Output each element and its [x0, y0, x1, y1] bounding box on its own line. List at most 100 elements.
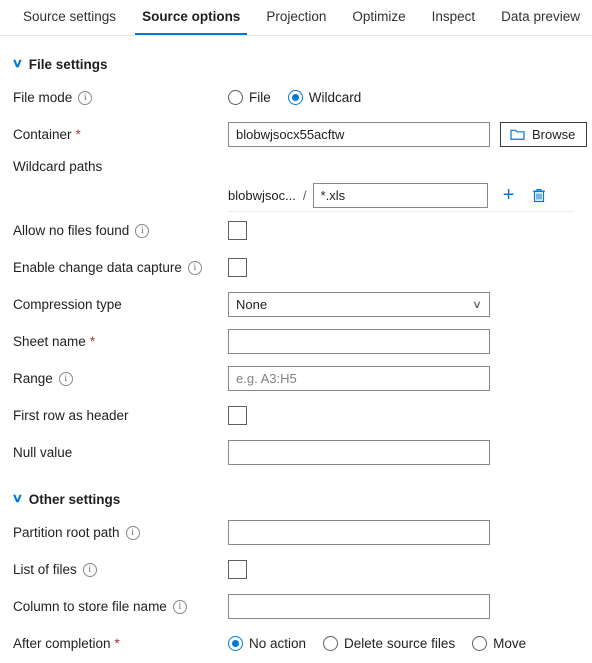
tab-label: Optimize: [352, 9, 406, 24]
label-after-completion: After completion *: [13, 636, 228, 651]
info-icon[interactable]: i: [172, 599, 187, 614]
info-icon[interactable]: i: [58, 371, 73, 386]
radio-indicator: [472, 636, 488, 651]
radio-option-delete-source-files[interactable]: Delete source files: [323, 636, 455, 651]
required-asterisk: *: [114, 636, 120, 651]
label-first-row-as-header: First row as header: [13, 408, 228, 423]
label-text: Column to store file name: [13, 599, 167, 614]
control-enable-change-data-capture: [228, 258, 592, 277]
control-sheet-name: [228, 329, 592, 354]
label-list-of-files: List of files i: [13, 562, 228, 577]
chevron-down-icon: ∨: [11, 491, 24, 505]
radio-indicator-selected: [228, 636, 243, 651]
info-icon[interactable]: i: [82, 562, 97, 577]
radio-label: No action: [249, 636, 307, 651]
wildcard-path-separator: /: [302, 187, 307, 203]
list-of-files-checkbox[interactable]: [228, 560, 247, 579]
row-partition-root-path: Partition root path i: [0, 514, 592, 551]
control-null-value: [228, 440, 592, 465]
label-text: Wildcard paths: [13, 158, 103, 174]
label-enable-change-data-capture: Enable change data capture i: [13, 260, 228, 275]
control-after-completion: No action Delete source files Move: [228, 636, 592, 651]
add-wildcard-path-button[interactable]: +: [500, 185, 518, 205]
tab-label: Source options: [142, 9, 241, 24]
radio-indicator: [228, 90, 243, 105]
info-icon[interactable]: i: [125, 525, 140, 540]
control-partition-root-path: [228, 520, 592, 545]
folder-icon: [510, 129, 525, 140]
info-icon[interactable]: i: [135, 223, 150, 238]
radio-indicator: [323, 636, 339, 651]
label-compression-type: Compression type: [13, 297, 228, 312]
row-sheet-name: Sheet name *: [0, 323, 592, 360]
row-null-value: Null value: [0, 434, 592, 471]
radio-option-file[interactable]: File: [228, 90, 271, 105]
info-icon[interactable]: i: [187, 260, 202, 275]
radio-option-no-action[interactable]: No action: [228, 636, 306, 651]
row-container: Container * Browse: [0, 116, 592, 153]
enable-change-data-capture-checkbox[interactable]: [228, 258, 247, 277]
section-header-other-settings[interactable]: ∨ Other settings: [0, 484, 592, 514]
row-enable-change-data-capture: Enable change data capture i: [0, 249, 592, 286]
trash-icon: [532, 188, 545, 202]
label-text: After completion: [13, 636, 111, 651]
label-text: Null value: [13, 445, 73, 460]
source-options-form: ∨ File settings File mode i File Wildcar…: [0, 49, 592, 662]
radio-label: Move: [493, 636, 527, 651]
wildcard-path-prefix: blobwjsoc...: [228, 187, 296, 203]
control-wildcard-path: blobwjsoc... / +: [228, 182, 592, 208]
info-icon[interactable]: i: [78, 90, 93, 105]
label-container: Container *: [13, 127, 228, 142]
label-text: Container: [13, 127, 72, 142]
tab-label: Projection: [266, 9, 327, 24]
tab-data-preview[interactable]: Data preview: [488, 0, 592, 35]
label-range: Range i: [13, 371, 228, 386]
label-column-to-store-file-name: Column to store file name i: [13, 599, 228, 614]
column-to-store-file-name-input[interactable]: [228, 594, 490, 619]
range-input[interactable]: [228, 366, 490, 391]
row-wildcard-path-entry: blobwjsoc... / +: [0, 179, 592, 211]
label-text: First row as header: [13, 408, 129, 423]
label-sheet-name: Sheet name *: [13, 334, 228, 349]
label-text: File mode: [13, 90, 73, 105]
radio-label: Wildcard: [308, 90, 362, 105]
label-partition-root-path: Partition root path i: [13, 525, 228, 540]
browse-button[interactable]: Browse: [500, 122, 588, 147]
delete-wildcard-path-button[interactable]: [530, 185, 548, 205]
section-header-file-settings[interactable]: ∨ File settings: [0, 49, 592, 79]
control-range: [228, 366, 592, 391]
tab-projection[interactable]: Projection: [253, 0, 339, 35]
row-first-row-as-header: First row as header: [0, 397, 592, 434]
partition-root-path-input[interactable]: [228, 520, 490, 545]
radio-label: File: [249, 90, 271, 105]
row-list-of-files: List of files i: [0, 551, 592, 588]
tab-label: Inspect: [431, 9, 476, 24]
row-column-to-store-file-name: Column to store file name i: [0, 588, 592, 625]
label-null-value: Null value: [13, 445, 228, 460]
tab-label: Source settings: [23, 9, 117, 24]
radio-option-move[interactable]: Move: [472, 636, 526, 651]
label-text: Range: [13, 371, 53, 386]
tab-optimize[interactable]: Optimize: [339, 0, 418, 35]
tab-source-settings[interactable]: Source settings: [10, 0, 129, 35]
tab-strip: Source settings Source options Projectio…: [0, 0, 592, 36]
sheet-name-input[interactable]: [228, 329, 490, 354]
label-text: List of files: [13, 562, 77, 577]
tab-inspect[interactable]: Inspect: [419, 0, 489, 35]
null-value-input[interactable]: [228, 440, 490, 465]
tab-source-options[interactable]: Source options: [129, 0, 253, 35]
allow-no-files-found-checkbox[interactable]: [228, 221, 247, 240]
first-row-as-header-checkbox[interactable]: [228, 406, 247, 425]
control-file-mode: File Wildcard: [228, 90, 592, 105]
label-text: Allow no files found: [13, 223, 130, 238]
radio-option-wildcard[interactable]: Wildcard: [287, 90, 362, 105]
wildcard-path-input[interactable]: [312, 182, 488, 208]
control-list-of-files: [228, 560, 592, 579]
container-input[interactable]: [228, 122, 490, 147]
label-file-mode: File mode i: [13, 90, 228, 105]
compression-type-dropdown[interactable]: None ∨: [228, 292, 490, 317]
radio-indicator-selected: [287, 90, 303, 105]
label-text: Sheet name: [13, 334, 86, 349]
row-compression-type: Compression type None ∨: [0, 286, 592, 323]
browse-label: Browse: [532, 127, 576, 142]
